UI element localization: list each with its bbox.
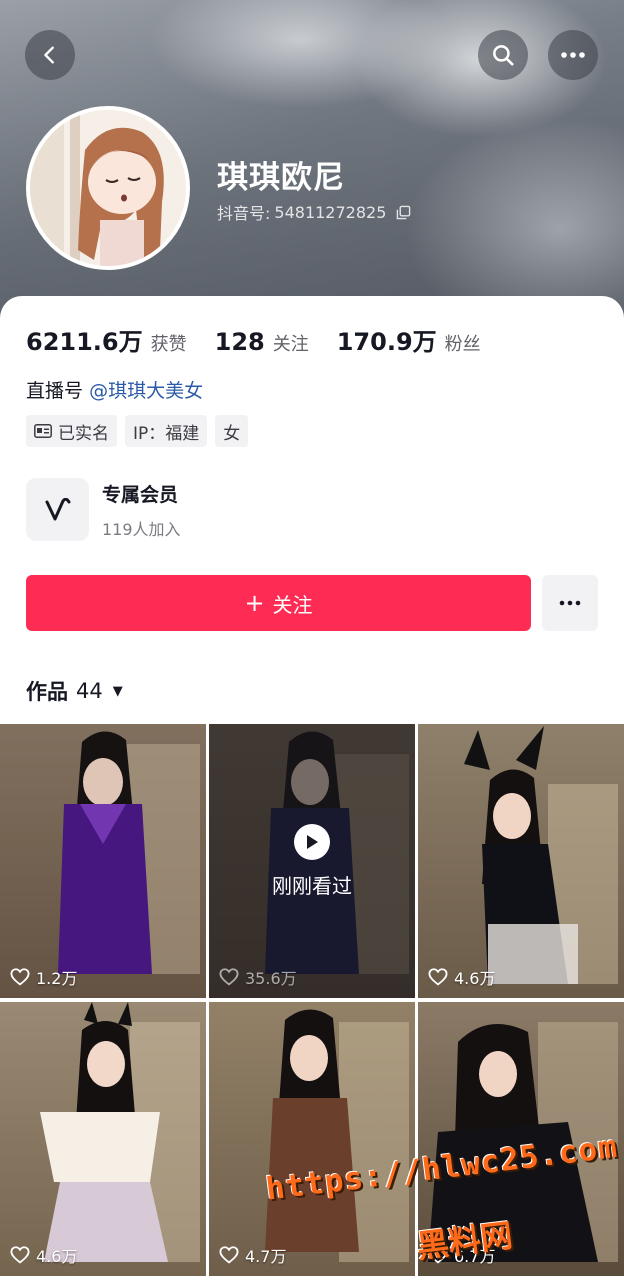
- back-button[interactable]: [25, 30, 75, 80]
- stat-followers-number: 170.9万: [336, 328, 437, 356]
- video-likes-count: 4.6万: [36, 1247, 78, 1266]
- tag-verified-label: 已实名: [58, 423, 109, 444]
- recently-watched-label: 刚刚看过: [272, 873, 352, 898]
- video-likes: 4.6万: [428, 965, 495, 989]
- video-likes: 4.6万: [10, 1243, 77, 1267]
- follow-label: 关注: [272, 592, 313, 617]
- live-handle-link[interactable]: @琪琪大美女: [89, 380, 203, 402]
- stat-following-label: 关注: [272, 334, 309, 355]
- tag-ip: IP：福建: [125, 415, 208, 447]
- chevron-left-icon: [44, 46, 54, 64]
- works-count: 44: [76, 679, 103, 703]
- caret-down-icon: ▼: [112, 683, 123, 699]
- tag-verified: 已实名: [26, 415, 117, 447]
- video-thumbnail-art: [40, 1002, 200, 1262]
- more-dots-icon: [561, 52, 585, 58]
- video-thumbnail: [418, 724, 624, 998]
- avatar[interactable]: [26, 106, 190, 270]
- play-icon: [294, 823, 330, 860]
- tag-ip-label: IP：福建: [133, 423, 200, 444]
- tag-gender-label: 女: [223, 423, 241, 444]
- stat-following-number: 128: [214, 328, 265, 356]
- heart-icon: [10, 1246, 30, 1264]
- video-likes-count: 1.2万: [36, 969, 78, 988]
- douyin-id-value: 54811272825: [274, 202, 387, 222]
- works-label: 作品: [26, 680, 68, 704]
- v-logo-icon: [45, 497, 70, 520]
- avatar-illustration: [30, 110, 186, 266]
- douyin-id-label: 抖音号:: [217, 204, 271, 223]
- plus-icon: +: [244, 589, 265, 617]
- video-likes-count: 35.6万: [245, 969, 297, 988]
- heart-icon: [219, 1246, 239, 1264]
- tag-gender: 女: [215, 415, 249, 447]
- stat-likes-label: 获赞: [150, 334, 187, 355]
- follow-button[interactable]: + 关注: [26, 575, 531, 631]
- video-tile[interactable]: 刚刚看过 35.6万: [209, 724, 415, 998]
- video-likes-count: 4.7万: [245, 1247, 287, 1266]
- live-prefix: 直播号: [26, 380, 84, 402]
- member-subtitle: 119人加入: [102, 519, 181, 539]
- stat-likes-number: 6211.6万: [26, 328, 143, 356]
- video-tile[interactable]: 4.6万: [418, 724, 624, 998]
- copy-icon[interactable]: [396, 205, 411, 220]
- more-options-button[interactable]: [548, 30, 598, 80]
- stat-likes[interactable]: 6211.6万 获赞: [26, 322, 187, 357]
- id-card-icon: [34, 424, 52, 438]
- video-thumbnail: [0, 1002, 206, 1276]
- video-thumbnail-art: [464, 726, 618, 984]
- video-thumbnail: [209, 1002, 415, 1276]
- profile-tags: 已实名 IP：福建 女: [26, 415, 249, 447]
- video-likes: 1.2万: [10, 965, 77, 989]
- video-tile[interactable]: 1.2万: [0, 724, 206, 998]
- douyin-id[interactable]: 抖音号: 54811272825: [217, 200, 411, 224]
- video-thumbnail: [0, 724, 206, 998]
- member-title: 专属会员: [102, 483, 179, 506]
- video-likes: 35.6万: [219, 965, 297, 989]
- exclusive-member-entry[interactable]: 专属会员 119人加入: [26, 478, 181, 541]
- video-tile[interactable]: 4.7万: [209, 1002, 415, 1276]
- stat-followers-label: 粉丝: [444, 334, 481, 355]
- heart-icon: [219, 968, 239, 986]
- stat-followers[interactable]: 170.9万 粉丝: [337, 322, 481, 357]
- video-thumbnail-art: [0, 724, 206, 998]
- stats-row: 6211.6万 获赞 128 关注 170.9万 粉丝: [26, 322, 509, 357]
- live-account-line: 直播号 @琪琪大美女: [26, 376, 203, 403]
- recently-watched-overlay: 刚刚看过: [209, 724, 415, 998]
- video-likes-count: 4.6万: [454, 969, 496, 988]
- search-button[interactable]: [478, 30, 528, 80]
- heart-icon: [10, 968, 30, 986]
- video-thumbnail-art: [265, 1009, 409, 1262]
- follow-more-button[interactable]: [542, 575, 598, 631]
- video-tile[interactable]: 4.6万: [0, 1002, 206, 1276]
- heart-icon: [428, 968, 448, 986]
- search-icon: [493, 45, 514, 66]
- member-logo: [26, 478, 89, 541]
- tab-works[interactable]: 作品 44 ▼: [26, 676, 123, 706]
- nickname: 琪琪欧尼: [217, 160, 345, 196]
- more-dots-icon: [559, 600, 581, 606]
- stat-following[interactable]: 128 关注: [215, 328, 309, 356]
- video-likes: 4.7万: [219, 1243, 286, 1267]
